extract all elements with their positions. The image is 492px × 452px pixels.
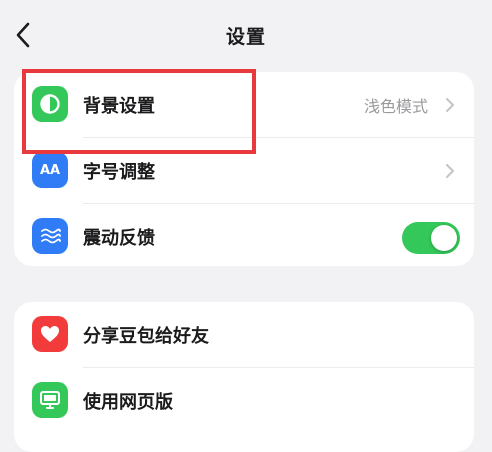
setting-row-web-version[interactable]: 使用网页版 (14, 368, 474, 434)
setting-row-font-size[interactable]: AA 字号调整 (14, 138, 474, 204)
monitor-icon (32, 382, 68, 418)
settings-group-display: 背景设置 浅色模式 AA 字号调整 震动反馈 (14, 72, 474, 266)
top-bar: 设置 (0, 0, 492, 70)
toggle-knob (431, 225, 457, 251)
setting-row-vibration: 震动反馈 (14, 204, 474, 266)
setting-value: 浅色模式 (363, 97, 428, 116)
font-size-icon: AA (32, 152, 68, 188)
setting-label: 震动反馈 (83, 228, 155, 249)
setting-row-share[interactable]: 分享豆包给好友 (14, 302, 474, 368)
setting-label: 分享豆包给好友 (83, 326, 209, 347)
font-size-glyph: AA (39, 162, 61, 178)
page-title: 设置 (225, 26, 266, 48)
vibration-icon (32, 218, 68, 254)
contrast-icon (32, 86, 68, 122)
heart-icon (32, 316, 68, 352)
setting-label: 字号调整 (83, 162, 155, 183)
setting-row-background[interactable]: 背景设置 浅色模式 (14, 72, 474, 138)
setting-label: 背景设置 (83, 96, 155, 117)
chevron-right-icon (442, 161, 458, 181)
chevron-right-icon (442, 95, 458, 115)
setting-label: 使用网页版 (83, 392, 173, 413)
settings-group-share: 分享豆包给好友 使用网页版 (14, 302, 474, 452)
vibration-toggle[interactable] (402, 222, 460, 254)
